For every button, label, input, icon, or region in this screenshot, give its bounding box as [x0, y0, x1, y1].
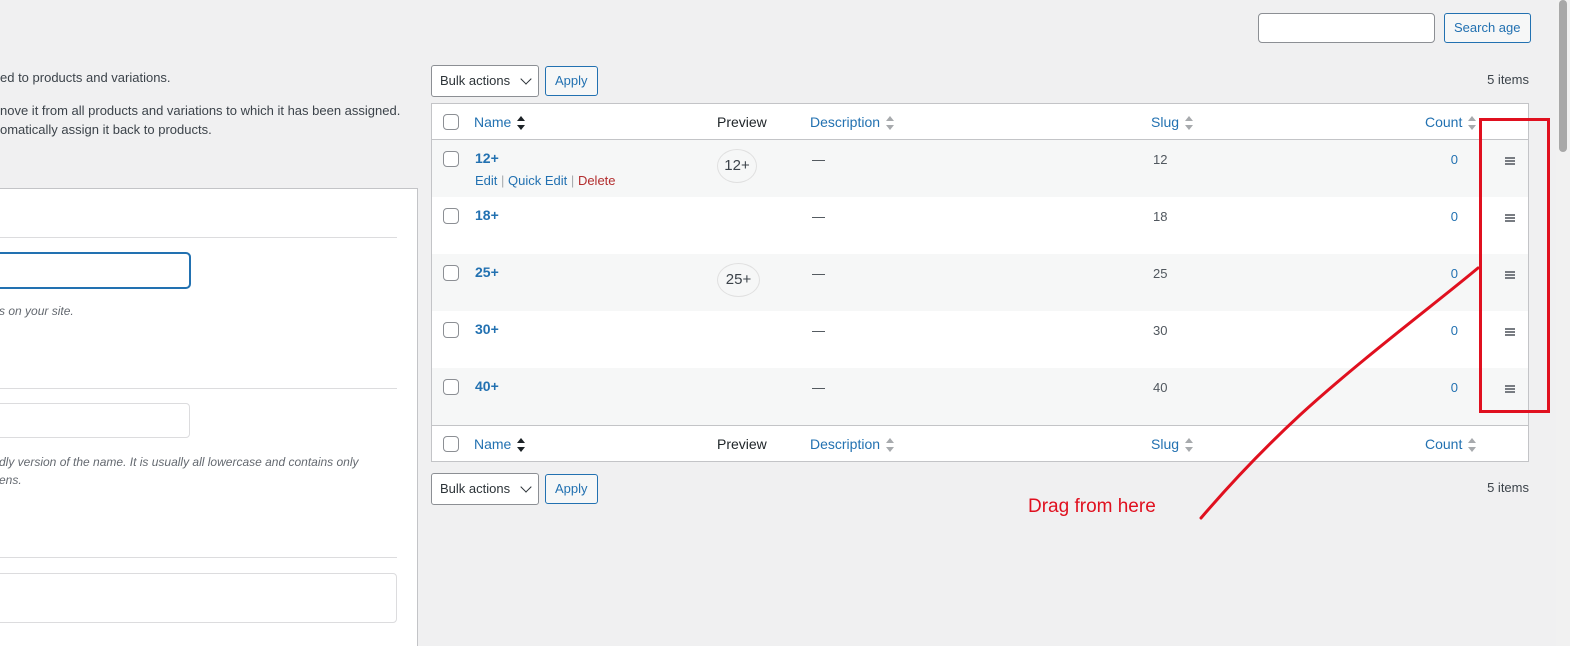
annotation-label: Drag from here	[1028, 496, 1156, 517]
annotation-arrow-line	[1199, 266, 1480, 520]
